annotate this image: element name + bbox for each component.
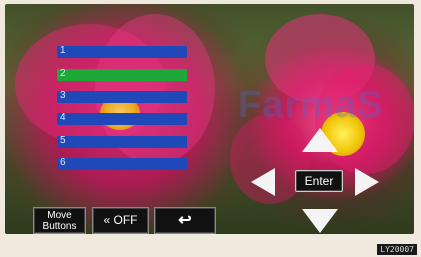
preset-number: 2	[60, 68, 66, 79]
preset-bar-6[interactable]: 6	[57, 157, 187, 170]
preset-bar-2[interactable]: 2	[57, 68, 187, 81]
off-button[interactable]: « OFF	[92, 207, 149, 234]
arrow-down-icon[interactable]	[302, 209, 338, 233]
preset-bar-5[interactable]: 5	[57, 135, 187, 148]
preset-number: 5	[60, 135, 66, 146]
preset-bar-1[interactable]: 1	[57, 45, 187, 58]
preset-bar-3[interactable]: 3	[57, 90, 187, 103]
display-screen: FarmaS 1 2 3 4 5 6 Move Buttons « OFF ↩ …	[5, 4, 414, 234]
preset-number: 3	[60, 90, 66, 101]
move-buttons-label-line2: Buttons	[42, 221, 77, 232]
preset-number: 1	[60, 45, 66, 56]
preset-number: 4	[60, 112, 66, 123]
watermark-text: FarmaS	[238, 84, 384, 126]
figure-code-label: LY20007	[377, 244, 417, 255]
arrow-up-icon[interactable]	[302, 128, 338, 152]
arrow-left-icon[interactable]	[251, 168, 275, 196]
back-button[interactable]: ↩	[154, 207, 216, 234]
enter-button[interactable]: Enter	[295, 170, 343, 192]
arrow-right-icon[interactable]	[355, 168, 379, 196]
move-buttons-button[interactable]: Move Buttons	[33, 207, 86, 234]
preset-bar-4[interactable]: 4	[57, 112, 187, 125]
preset-number: 6	[60, 157, 66, 168]
move-buttons-label-line1: Move	[47, 210, 72, 221]
